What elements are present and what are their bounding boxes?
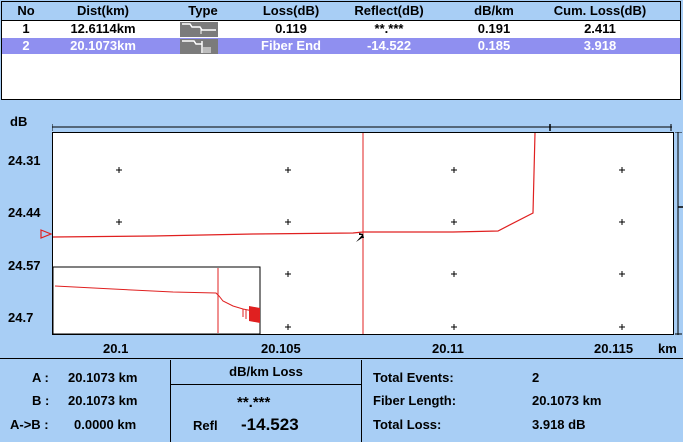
x-tick-label: 20.11 [432, 341, 464, 356]
header-dist[interactable]: Dist(km) [48, 2, 158, 20]
trace-graph-panel: dB 24.31 24.44 24.57 24.7 20.1 20.105 20… [0, 101, 683, 358]
y-tick-label: 24.7 [8, 310, 34, 325]
refl-label: Refl [193, 418, 218, 433]
x-tick-label: 20.105 [261, 341, 301, 356]
x-tick-label: 20.1 [103, 341, 129, 356]
header-type[interactable]: Type [168, 2, 238, 20]
cell-reflect: -14.522 [366, 38, 412, 53]
trace-line [52, 132, 536, 238]
trace-canvas [52, 132, 625, 335]
refl-value: -14.523 [241, 415, 299, 434]
cursor-a-value: 20.1073 km [68, 370, 138, 385]
cell-loss: 0.119 [275, 21, 307, 36]
header-no[interactable]: No [6, 2, 46, 20]
table-row-selected[interactable]: 2 20.1073km Fiber End -14.522 0.185 3.91… [2, 38, 680, 54]
total-events-label: Total Events: [373, 370, 454, 385]
total-loss-value: 3.918 dB [532, 417, 586, 432]
cell-loss: Fiber End [261, 38, 321, 53]
cell-no: 2 [22, 38, 30, 53]
zoom-ruler[interactable] [52, 124, 672, 132]
cell-dbkm: 0.185 [477, 38, 511, 53]
header-loss[interactable]: Loss(dB) [238, 2, 344, 20]
table-row[interactable]: 1 12.6114km 0.119 **.*** 0.191 2.411 [2, 21, 680, 37]
loss-box[interactable]: dB/km Loss **.*** Refl -14.523 [170, 360, 362, 442]
y-axis-unit: dB [10, 114, 28, 129]
overview-inset [52, 266, 261, 335]
total-events-value: 2 [532, 370, 540, 385]
cursor-ab-label: A->B : [10, 417, 49, 432]
cell-cum-loss: 2.411 [584, 21, 616, 36]
cell-cum-loss: 3.918 [583, 38, 617, 53]
cell-dbkm: 0.191 [477, 21, 511, 36]
cell-dist: 20.1073km [70, 38, 136, 53]
header-reflect[interactable]: Reflect(dB) [334, 2, 444, 20]
y-tick-label: 24.31 [8, 153, 41, 168]
y-tick-label: 24.57 [8, 258, 41, 273]
info-panel: A : 20.1073 km B : 20.1073 km A->B : 0.0… [0, 358, 683, 442]
cursor-ab-value: 0.0000 km [74, 417, 137, 432]
launch-marker-icon [40, 229, 52, 239]
cell-no: 1 [22, 21, 30, 36]
fiber-length-value: 20.1073 km [532, 393, 602, 408]
table-header: No Dist(km) Type Loss(dB) Reflect(dB) dB… [2, 2, 680, 21]
splice-event-icon [180, 22, 218, 37]
x-tick-label: 20.115 [594, 341, 634, 356]
cursor-b-value: 20.1073 km [68, 393, 138, 408]
cursor-a-label: A : [32, 370, 49, 385]
cursor-b-label: B : [32, 393, 50, 408]
loss-box-title: dB/km Loss [171, 360, 361, 385]
header-dbkm[interactable]: dB/km [454, 2, 534, 20]
fiber-end-icon [180, 39, 218, 54]
x-axis-unit: km [658, 341, 677, 356]
y-tick-label: 24.44 [8, 205, 41, 220]
total-loss-label: Total Loss: [373, 417, 442, 432]
event-table: No Dist(km) Type Loss(dB) Reflect(dB) dB… [1, 1, 681, 100]
cell-reflect: **.*** [374, 21, 404, 36]
header-cum-loss[interactable]: Cum. Loss(dB) [532, 2, 668, 20]
fiber-length-label: Fiber Length: [373, 393, 457, 408]
cell-dist: 12.6114km [70, 21, 136, 36]
vertical-ruler[interactable] [675, 132, 683, 335]
loss-value: **.*** [237, 394, 271, 411]
otdr-trace-plot[interactable] [52, 132, 674, 335]
